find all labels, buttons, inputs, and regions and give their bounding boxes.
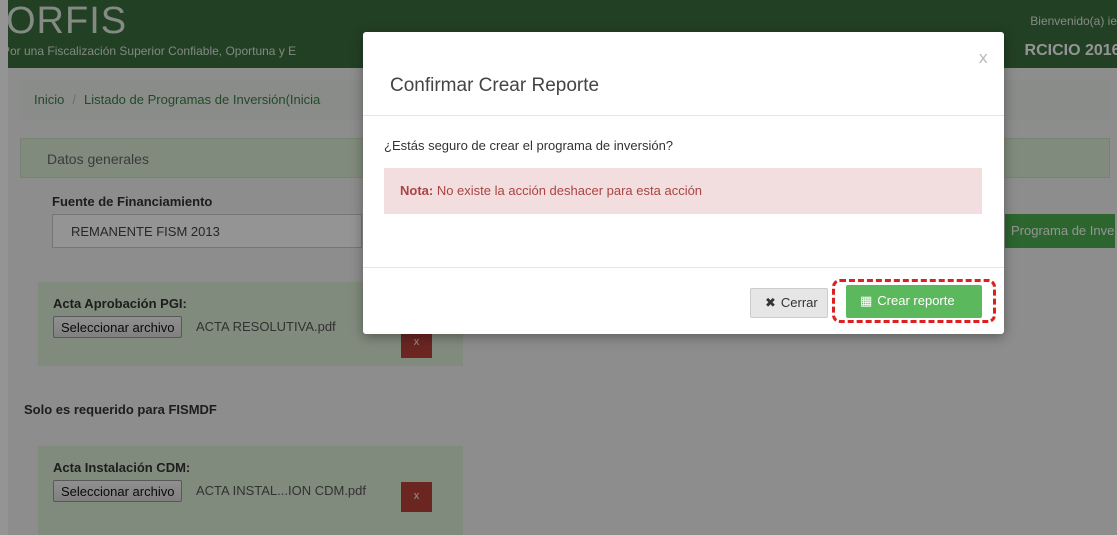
crear-reporte-label: Crear reporte [877,293,955,308]
close-icon[interactable]: x [979,48,988,67]
times-icon: ✖ [765,296,776,311]
warning-alert: Nota: No existe la acción deshacer para … [384,168,982,214]
alert-strong: Nota: [400,183,434,198]
cerrar-button[interactable]: ✖ Cerrar [750,288,828,318]
crear-reporte-button[interactable]: ▦ Crear reporte [846,285,982,318]
cerrar-label: Cerrar [780,295,818,310]
modal-title: Confirmar Crear Reporte [390,75,600,96]
modal-footer: ✖ Cerrar ▦ Crear reporte [363,267,1004,334]
modal-header: Confirmar Crear Reporte x [363,32,1004,116]
modal-question: ¿Estás seguro de crear el programa de in… [384,138,674,153]
file-plus-icon: ▦ [860,294,873,309]
alert-text: No existe la acción deshacer para esta a… [433,183,703,198]
confirm-modal: Confirmar Crear Reporte x ¿Estás seguro … [363,32,1004,334]
